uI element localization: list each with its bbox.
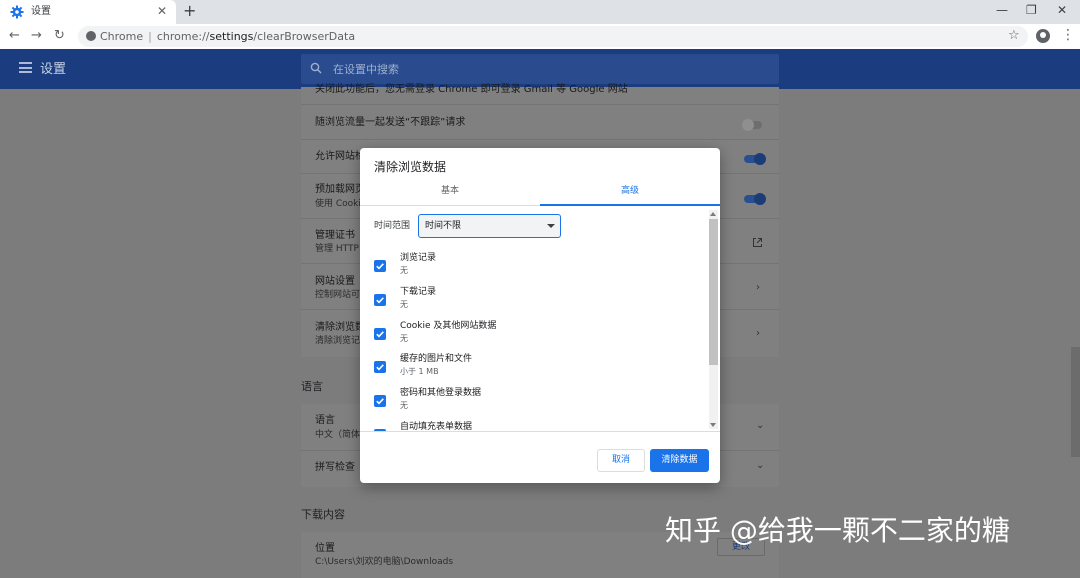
dialog-tabs: 基本 高级 [360,180,720,206]
chevron-right-icon[interactable]: › [756,282,760,293]
row-download-location: 位置 [315,543,335,554]
time-range-label: 时间范围 [374,221,411,231]
item-subtitle: 无 [400,334,408,343]
new-tab-button[interactable]: + [183,2,196,20]
row-do-not-track[interactable]: 随浏览流量一起发送“不跟踪”请求 [315,117,465,129]
checkbox-checked-icon[interactable] [374,260,386,272]
url-path: /clearBrowserData [253,30,356,43]
item-title: 浏览记录 [400,253,437,263]
checkbox-checked-icon[interactable] [374,429,386,431]
browser-toolbar: ← → ↻ Chrome | chrome://settings/clearBrow… [0,24,1080,49]
item-title: 下载记录 [400,287,437,297]
hamburger-menu-icon[interactable] [19,62,32,73]
row-preload-pages-sub: 使用 Cookie [315,199,367,209]
dropdown-arrow-icon [547,224,555,228]
clear-browsing-data-dialog: 清除浏览数据 基本 高级 时间范围 时间不限 浏览记录 无 下载记录 无 Coo… [360,148,720,483]
minimize-icon[interactable]: — [996,3,1008,17]
item-subtitle: 小于 1 MB [400,367,439,376]
settings-search[interactable] [301,54,779,84]
omnibox-separator: | [148,30,152,43]
tab-title: 设置 [31,6,51,17]
row-spellcheck[interactable]: 拼写检查 [315,462,355,474]
preload-pages-toggle[interactable] [744,193,766,205]
row-languages-sub: 中文（简体 [315,430,361,440]
row-site-settings[interactable]: 网站设置 [315,276,355,288]
bookmark-star-icon[interactable]: ☆ [1008,28,1020,43]
browser-tab-settings[interactable]: 设置 ✕ [0,0,176,24]
list-item-cached-images[interactable]: 缓存的图片和文件 小于 1 MB [360,353,710,387]
active-tab-indicator [540,204,720,206]
download-path: C:\Users\刘欢的电脑\Downloads [315,557,454,567]
chevron-down-icon[interactable]: ⌄ [756,420,764,431]
item-title: 缓存的图片和文件 [400,354,473,364]
address-text: Chrome | chrome://settings/clearBrowserDat… [100,29,355,44]
scroll-up-arrow-icon[interactable] [710,212,716,216]
item-title: 密码和其他登录数据 [400,388,482,398]
cancel-button[interactable]: 取消 [597,449,645,472]
row-clear-browsing-data[interactable]: 清除浏览数 [315,322,365,334]
list-item-passwords[interactable]: 密码和其他登录数据 无 [360,387,710,421]
dialog-scrollbar-thumb[interactable] [709,219,718,365]
checkbox-checked-icon[interactable] [374,395,386,407]
reload-icon[interactable]: ↻ [54,28,65,44]
dialog-title: 清除浏览数据 [374,160,447,174]
settings-search-input[interactable] [333,61,753,77]
item-subtitle: 无 [400,300,408,309]
page-scrollbar-thumb[interactable] [1071,347,1080,457]
row-manage-certificates[interactable]: 管理证书 [315,230,355,242]
search-icon [310,62,322,74]
forward-icon[interactable]: → [31,28,42,44]
scroll-down-arrow-icon[interactable] [710,423,716,427]
row-sync-note: 关闭此功能后，您无需登录 Chrome 即可登录 Gmail 等 Google … [315,84,628,95]
dialog-content: 时间范围 时间不限 浏览记录 无 下载记录 无 Cookie 及其他网站数据 无… [360,207,720,432]
gear-icon [10,5,24,19]
row-clear-browsing-data-sub: 清除浏览记 [315,336,361,346]
time-range-value: 时间不限 [425,221,462,231]
back-icon[interactable]: ← [9,28,20,44]
close-tab-icon[interactable]: ✕ [157,4,167,18]
external-link-icon[interactable] [752,237,763,248]
row-preload-pages[interactable]: 预加载网页 [315,184,365,196]
list-item-download-history[interactable]: 下载记录 无 [360,286,710,320]
url-scheme: chrome:// [156,30,210,43]
time-range-select[interactable]: 时间不限 [418,214,561,238]
item-title: 自动填充表单数据 [400,422,473,432]
settings-header: 设置 [0,49,1080,89]
row-languages[interactable]: 语言 [315,415,335,427]
chevron-down-icon[interactable]: ⌄ [756,460,764,471]
list-item-cookies[interactable]: Cookie 及其他网站数据 无 [360,320,710,354]
checkbox-checked-icon[interactable] [374,328,386,340]
do-not-track-toggle[interactable] [742,119,762,131]
list-item-autofill[interactable]: 自动填充表单数据 [360,421,710,432]
tab-advanced[interactable]: 高级 [540,180,720,206]
list-item-browsing-history[interactable]: 浏览记录 无 [360,252,710,286]
address-bar[interactable]: Chrome | chrome://settings/clearBrowserDat… [78,26,1028,47]
title-bar: 设置 ✕ + — ❐ ✕ [0,0,1080,24]
section-downloads: 下载内容 [301,508,345,521]
chrome-menu-icon[interactable]: ⋮ [1061,27,1075,43]
tab-basic[interactable]: 基本 [360,180,540,206]
account-avatar-icon[interactable] [1036,29,1050,43]
maximize-icon[interactable]: ❐ [1026,3,1037,17]
item-subtitle: 无 [400,401,408,410]
site-info-icon[interactable] [86,31,96,41]
dialog-scrollbar[interactable] [709,210,718,429]
item-title: Cookie 及其他网站数据 [400,321,497,331]
row-manage-certificates-sub: 管理 HTTP [315,244,359,254]
allow-sites-check-toggle[interactable] [744,153,766,165]
url-host: settings [209,30,254,43]
clear-data-button[interactable]: 清除数据 [650,449,709,472]
row-site-settings-sub: 控制网站可 [315,290,361,300]
item-subtitle: 无 [400,266,408,275]
checkbox-checked-icon[interactable] [374,361,386,373]
chevron-right-icon[interactable]: › [756,328,760,339]
zhihu-watermark: 知乎 @给我一颗不二家的糖 [665,514,1010,547]
checkbox-checked-icon[interactable] [374,294,386,306]
close-window-icon[interactable]: ✕ [1057,3,1067,17]
settings-title: 设置 [40,62,67,77]
row-allow-sites-check[interactable]: 允许网站检 [315,151,365,163]
section-language: 语言 [301,380,323,393]
origin-label: Chrome [100,30,144,43]
